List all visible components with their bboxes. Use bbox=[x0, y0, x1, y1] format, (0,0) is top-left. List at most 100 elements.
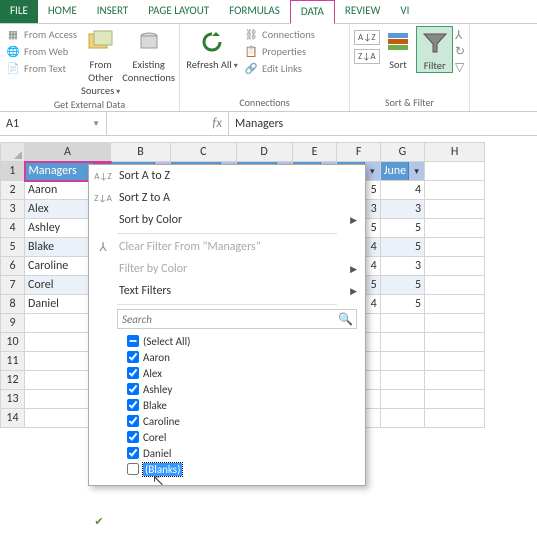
row-header[interactable]: 12 bbox=[1, 371, 25, 390]
filter-check-item[interactable]: Alex bbox=[127, 365, 357, 381]
row-header[interactable]: 9 bbox=[1, 314, 25, 333]
cell[interactable]: 5 bbox=[380, 238, 424, 257]
formula-bar: A1▼ fx Managers bbox=[0, 112, 537, 136]
ribbon-tabbar: FILE HOME INSERT PAGE LAYOUT FORMULAS DA… bbox=[0, 0, 537, 24]
sort-za-item[interactable]: Z↓ASort Z to A bbox=[89, 187, 365, 209]
col-header[interactable]: G bbox=[380, 143, 424, 162]
filter-search-input[interactable] bbox=[117, 309, 357, 329]
row-header[interactable]: 10 bbox=[1, 333, 25, 352]
existing-connections-icon bbox=[133, 28, 165, 56]
cell[interactable] bbox=[380, 333, 424, 352]
cell[interactable] bbox=[380, 371, 424, 390]
row-header[interactable]: 5 bbox=[1, 238, 25, 257]
sort-az-icon: A↓Z bbox=[93, 171, 113, 182]
edit-links-button[interactable]: 🔗Edit Links bbox=[242, 60, 317, 76]
cell[interactable] bbox=[425, 371, 485, 390]
worksheet-grid[interactable]: ABCDEFGH1ManagersJanuaryFebruaryMarchApr… bbox=[0, 142, 537, 428]
reapply-icon[interactable]: ↻ bbox=[455, 44, 465, 59]
from-other-sources-button[interactable]: From Other Sources bbox=[81, 26, 120, 97]
clear-filter-item: ⅄Clear Filter From "Managers" bbox=[89, 236, 365, 258]
row-header[interactable]: 1 bbox=[1, 162, 25, 181]
filter-checklist[interactable]: (Select All)AaronAlexAshleyBlakeCaroline… bbox=[127, 333, 357, 477]
cell[interactable]: 5 bbox=[380, 219, 424, 238]
tab-formulas[interactable]: FORMULAS bbox=[219, 0, 290, 23]
from-access-button[interactable]: ▦From Access bbox=[4, 26, 79, 42]
cell[interactable] bbox=[425, 314, 485, 333]
sort-by-color-item[interactable]: Sort by Color▶ bbox=[89, 209, 365, 231]
tab-data[interactable]: DATA bbox=[290, 0, 335, 24]
filter-dropdown-button[interactable] bbox=[364, 162, 380, 180]
col-header[interactable]: H bbox=[425, 143, 485, 162]
row-header[interactable]: 14 bbox=[1, 409, 25, 428]
filter-button[interactable]: Filter bbox=[416, 26, 453, 73]
filter-check-item[interactable]: Corel bbox=[127, 429, 357, 445]
tab-file[interactable]: FILE bbox=[0, 0, 38, 23]
from-text-button[interactable]: 📄From Text bbox=[4, 60, 79, 76]
col-header[interactable]: E bbox=[292, 143, 337, 162]
tab-view[interactable]: VI bbox=[390, 0, 419, 23]
row-header[interactable]: 13 bbox=[1, 390, 25, 409]
tab-pagelayout[interactable]: PAGE LAYOUT bbox=[138, 0, 219, 23]
from-web-button[interactable]: 🌐From Web bbox=[4, 43, 79, 59]
refresh-all-button[interactable]: Refresh All bbox=[184, 26, 240, 71]
sort-az-icon[interactable]: A↓Z bbox=[354, 30, 380, 45]
other-sources-icon bbox=[85, 28, 117, 56]
properties-button[interactable]: 📋Properties bbox=[242, 43, 317, 59]
tab-insert[interactable]: INSERT bbox=[87, 0, 139, 23]
select-all-cell[interactable] bbox=[1, 143, 25, 162]
col-header[interactable]: F bbox=[337, 143, 380, 162]
search-icon: 🔍 bbox=[338, 312, 353, 327]
row-header[interactable]: 7 bbox=[1, 276, 25, 295]
cell[interactable] bbox=[425, 409, 485, 428]
cell[interactable]: 4 bbox=[380, 181, 424, 200]
filter-check-item[interactable]: Daniel bbox=[127, 445, 357, 461]
filter-check-item[interactable]: Ashley bbox=[127, 381, 357, 397]
name-box[interactable]: A1▼ bbox=[0, 112, 107, 135]
col-header[interactable]: B bbox=[111, 143, 171, 162]
filter-check-item[interactable]: (Select All) bbox=[127, 333, 357, 349]
chevron-right-icon: ▶ bbox=[350, 215, 357, 226]
row-header[interactable]: 8 bbox=[1, 295, 25, 314]
cell[interactable] bbox=[425, 352, 485, 371]
sort-za-icon[interactable]: Z↓A bbox=[354, 49, 380, 64]
chevron-down-icon[interactable]: ▼ bbox=[92, 119, 100, 129]
col-header[interactable]: D bbox=[236, 143, 292, 162]
clear-filter-icon[interactable]: ⅄ bbox=[455, 28, 465, 43]
filter-check-item[interactable]: Blake bbox=[127, 397, 357, 413]
tab-review[interactable]: REVIEW bbox=[335, 0, 391, 23]
filter-dropdown-button[interactable] bbox=[408, 162, 424, 180]
editlinks-icon: 🔗 bbox=[244, 61, 258, 75]
sort-az-item[interactable]: A↓ZSort A to Z bbox=[89, 165, 365, 187]
formula-input[interactable]: Managers bbox=[229, 112, 537, 135]
filter-by-color-item: Filter by Color▶ bbox=[89, 258, 365, 280]
row-header[interactable]: 6 bbox=[1, 257, 25, 276]
cell[interactable] bbox=[380, 352, 424, 371]
existing-connections-button[interactable]: Existing Connections bbox=[122, 26, 175, 84]
cell[interactable] bbox=[380, 314, 424, 333]
cell[interactable]: 5 bbox=[380, 295, 424, 314]
cell[interactable]: 3 bbox=[380, 200, 424, 219]
sort-button[interactable]: Sort bbox=[382, 26, 415, 71]
filter-check-item[interactable]: Aaron bbox=[127, 349, 357, 365]
table-header-cell[interactable]: June bbox=[380, 162, 424, 181]
row-header[interactable]: 11 bbox=[1, 352, 25, 371]
tab-home[interactable]: HOME bbox=[38, 0, 87, 23]
cell[interactable] bbox=[425, 333, 485, 352]
filter-check-item[interactable]: Caroline bbox=[127, 413, 357, 429]
advanced-icon[interactable]: ▽ bbox=[455, 60, 465, 75]
filter-check-item-blanks[interactable]: (Blanks) bbox=[127, 461, 357, 477]
cell[interactable] bbox=[425, 390, 485, 409]
group-label-external: Get External Data bbox=[4, 97, 175, 112]
col-header[interactable]: C bbox=[171, 143, 237, 162]
cell[interactable] bbox=[380, 390, 424, 409]
row-header[interactable]: 4 bbox=[1, 219, 25, 238]
cell[interactable]: 5 bbox=[380, 276, 424, 295]
row-header[interactable]: 3 bbox=[1, 200, 25, 219]
cell[interactable]: 3 bbox=[380, 257, 424, 276]
row-header[interactable]: 2 bbox=[1, 181, 25, 200]
connections-button[interactable]: ⛓Connections bbox=[242, 26, 317, 42]
ok-gutter-icon[interactable]: ✔ bbox=[94, 515, 103, 528]
text-filters-item[interactable]: Text Filters▶ bbox=[89, 280, 365, 302]
col-header[interactable]: A bbox=[25, 143, 111, 162]
cell[interactable] bbox=[380, 409, 424, 428]
